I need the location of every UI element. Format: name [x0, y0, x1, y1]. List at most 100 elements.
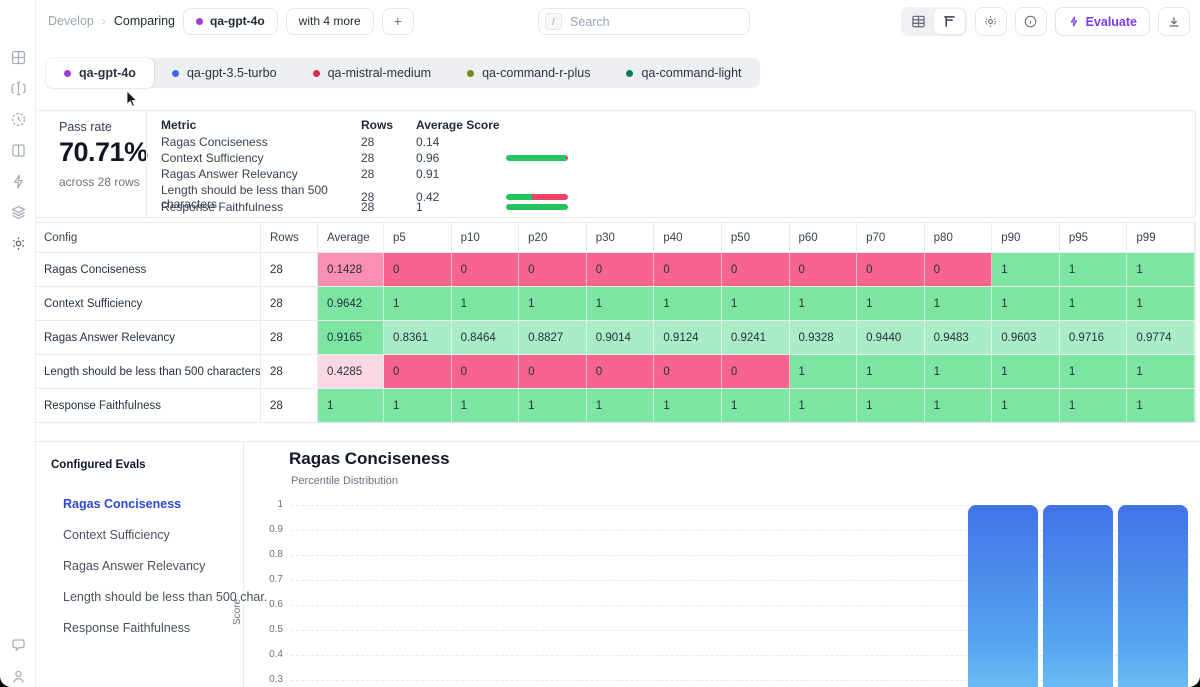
average-cell: 0.1428 — [318, 253, 384, 286]
column-header: p30 — [587, 223, 655, 252]
tab-qa-gpt-3.5-turbo[interactable]: qa-gpt-3.5-turbo — [154, 58, 295, 88]
metric-score-bar — [506, 155, 568, 161]
info-icon[interactable] — [1015, 7, 1047, 36]
evaluate-button[interactable]: Evaluate — [1055, 7, 1150, 36]
chart-bar-slot-p95 — [1041, 505, 1116, 687]
table-view-icon[interactable] — [903, 9, 934, 34]
percentile-cell: 0 — [519, 253, 587, 286]
percentile-cell: 0 — [925, 253, 993, 286]
gear-icon[interactable] — [975, 7, 1007, 36]
bolt-icon[interactable] — [9, 172, 27, 190]
config-cell: Response Faithfulness — [35, 389, 261, 422]
metric-row: Ragas Answer Relevancy280.91 — [161, 166, 576, 182]
percentile-cell: 0.8464 — [452, 321, 520, 354]
percentile-cell: 1 — [722, 287, 790, 320]
eval-item[interactable]: Ragas Answer Relevancy — [63, 550, 267, 581]
feedback-chat-icon[interactable] — [9, 636, 27, 654]
breadcrumb-develop[interactable]: Develop — [48, 14, 94, 28]
account-user-icon[interactable] — [9, 667, 27, 685]
column-header: Rows — [261, 223, 318, 252]
metric-header-cell: Metric — [161, 118, 361, 132]
average-cell: 1 — [318, 389, 384, 422]
breadcrumb-current: Comparing — [114, 14, 175, 28]
pass-rate-label: Pass rate — [59, 120, 148, 134]
more-runs-pill[interactable]: with 4 more — [286, 8, 374, 35]
app-window: Develop › Comparing qa-gpt-4o with 4 mor… — [0, 0, 1200, 687]
metric-header-cell: Average Score — [416, 118, 506, 132]
eval-item[interactable]: Ragas Conciseness — [63, 488, 267, 519]
percentile-cell: 0 — [452, 355, 520, 388]
tab-qa-command-r-plus[interactable]: qa-command-r-plus — [449, 58, 608, 88]
chart-subtitle: Percentile Distribution — [291, 475, 398, 487]
layers-icon[interactable] — [9, 203, 27, 221]
tab-qa-mistral-medium[interactable]: qa-mistral-medium — [295, 58, 450, 88]
eval-item[interactable]: Context Sufficiency — [63, 519, 267, 550]
tab-qa-gpt-4o[interactable]: qa-gpt-4o — [46, 58, 154, 88]
chart-bar-slot-p40 — [591, 505, 666, 687]
percentile-cell: 1 — [1060, 253, 1128, 286]
chart-bar-slot-p70 — [816, 505, 891, 687]
settings-gear-icon[interactable] — [9, 234, 27, 252]
metric-summary: MetricRowsAverage ScoreRagas Conciseness… — [161, 117, 576, 215]
summary-divider — [146, 111, 147, 217]
run-pill[interactable]: qa-gpt-4o — [183, 8, 278, 35]
run-dot-icon — [196, 18, 203, 25]
percentile-cell: 0.9774 — [1127, 321, 1195, 354]
chart-bar[interactable] — [1118, 505, 1188, 687]
metric-name: Response Faithfulness — [161, 200, 361, 214]
summary-card: Pass rate 70.71% across 28 rows MetricRo… — [34, 110, 1196, 218]
table-row[interactable]: Context Sufficiency280.9642111111111111 — [35, 287, 1195, 321]
column-header: p20 — [519, 223, 587, 252]
dashboard-grid-icon[interactable] — [9, 48, 27, 66]
table-row[interactable]: Response Faithfulness281111111111111 — [35, 389, 1195, 423]
compare-icon[interactable] — [9, 79, 27, 97]
metric-header-row: MetricRowsAverage Score — [161, 117, 576, 133]
percentile-cell: 1 — [1127, 253, 1195, 286]
search-input[interactable]: / Search — [538, 8, 750, 35]
percentile-cell: 0.9440 — [857, 321, 925, 354]
percentile-cell: 1 — [857, 389, 925, 422]
percentile-cell: 0.9483 — [925, 321, 993, 354]
percentile-cell: 0 — [519, 355, 587, 388]
percentile-cell: 0.9603 — [992, 321, 1060, 354]
metric-name: Context Sufficiency — [161, 151, 361, 165]
percentile-cell: 0.8827 — [519, 321, 587, 354]
metric-score: 0.14 — [416, 135, 506, 149]
percentile-cell: 1 — [1060, 355, 1128, 388]
add-run-button[interactable]: + — [382, 8, 414, 35]
chart-bar-slot-p30 — [516, 505, 591, 687]
percentile-cell: 1 — [925, 389, 993, 422]
chart-bar[interactable] — [1043, 505, 1113, 687]
metric-rows: 28 — [361, 167, 416, 181]
notebook-icon[interactable] — [9, 141, 27, 159]
chart-y-tick: 0.3 — [239, 674, 283, 685]
mouse-cursor — [126, 90, 140, 108]
chart-y-tick: 0.7 — [239, 574, 283, 585]
tab-qa-command-light[interactable]: qa-command-light — [608, 58, 759, 88]
average-cell: 0.9642 — [318, 287, 384, 320]
metric-row: Ragas Conciseness280.14 — [161, 133, 576, 149]
slash-shortcut-key: / — [545, 13, 562, 30]
table-row[interactable]: Ragas Conciseness280.1428000000000111 — [35, 253, 1195, 287]
percentile-cell: 0 — [722, 355, 790, 388]
column-header: p70 — [857, 223, 925, 252]
column-view-icon[interactable] — [934, 9, 965, 34]
tab-dot-icon — [626, 70, 633, 77]
metric-score: 1 — [416, 200, 506, 214]
tab-label: qa-command-light — [641, 66, 741, 80]
toolbar: Evaluate — [901, 7, 1190, 36]
download-icon[interactable] — [1158, 7, 1190, 36]
table-row[interactable]: Length should be less than 500 character… — [35, 355, 1195, 389]
metric-row: Length should be less than 500 character… — [161, 183, 576, 199]
chart-bar[interactable] — [968, 505, 1038, 687]
percentile-cell: 0.9124 — [654, 321, 722, 354]
percentile-cell: 1 — [1127, 287, 1195, 320]
column-header: p5 — [384, 223, 452, 252]
percentile-cell: 1 — [790, 287, 858, 320]
percentile-cell: 0.8361 — [384, 321, 452, 354]
tab-label: qa-command-r-plus — [482, 66, 590, 80]
metric-rows: 28 — [361, 151, 416, 165]
sidebar-nav — [0, 48, 36, 252]
history-clock-icon[interactable] — [9, 110, 27, 128]
table-row[interactable]: Ragas Answer Relevancy280.91650.83610.84… — [35, 321, 1195, 355]
